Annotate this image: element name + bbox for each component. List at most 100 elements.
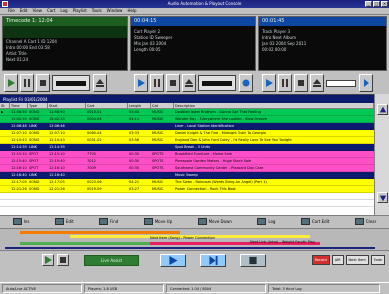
column-header[interactable]: Time [10, 103, 28, 108]
table-row[interactable]: 12:21:26 SONG 12:21:26 0019-09 03:27 MUSIC Pow… [0, 186, 374, 193]
column-header[interactable]: Description [174, 103, 374, 108]
menu-window[interactable]: Window [107, 8, 123, 14]
cart-slot-icon[interactable] [52, 75, 90, 91]
play-icon [138, 79, 145, 87]
cart-slot-icon[interactable] [198, 75, 236, 91]
play-button[interactable] [4, 74, 18, 92]
pause-icon [154, 79, 160, 87]
move-up-button[interactable]: Move Up [143, 218, 172, 225]
insert-button[interactable]: Ins [12, 218, 30, 225]
table-cell: 7705 [87, 152, 96, 156]
move-down-label: Move Down [208, 219, 232, 224]
eject-button[interactable] [182, 74, 196, 92]
pause-button[interactable] [278, 74, 292, 92]
move-up-icon [143, 218, 153, 225]
next-item-button[interactable]: Next Item [345, 255, 369, 265]
stop-button[interactable] [294, 74, 308, 92]
column-header[interactable]: St [0, 103, 10, 108]
insert-icon [12, 218, 22, 225]
table-row[interactable]: 12:16:40 LINK 12:16:40 Music Sweep [0, 172, 374, 179]
table-cell: SPOTS [152, 159, 164, 163]
move-down-button[interactable]: Move Down [197, 218, 232, 225]
minimize-button[interactable]: _ [365, 1, 372, 7]
table-cell: SPOT [29, 166, 39, 170]
edit-button[interactable]: Edit [54, 218, 74, 225]
timeline-strip[interactable]: Next Item (Song) - Power Connection Next… [0, 228, 389, 250]
table-row[interactable]: 12:02:35 SONG 12:02:35 0004-04 04:11 MUSIC Won… [0, 116, 374, 123]
player-3-line: Intro Next Album [262, 35, 296, 40]
column-header[interactable]: Type [28, 103, 48, 108]
cart-edit-button[interactable]: Cart Edit [300, 218, 329, 225]
menu-file[interactable]: File [8, 8, 15, 14]
playlist-grid[interactable]: Playlist Fri 03/01/2004 St Time Type Sta… [0, 94, 374, 215]
table-row[interactable]: 12:14:39 LINK 12:14:39 Spot Break - 3 Units [0, 144, 374, 151]
menu-edit[interactable]: Edit [20, 8, 28, 14]
find-button[interactable]: Find [99, 218, 118, 225]
scroll-down-button[interactable] [377, 192, 388, 203]
table-cell: SPOTS [152, 152, 164, 156]
main-stop-button[interactable] [240, 254, 266, 267]
table-row[interactable] [0, 193, 374, 200]
eject-button[interactable] [93, 74, 107, 92]
table-cell: SONG [29, 110, 40, 114]
table-cell [0, 137, 10, 143]
main-next-button[interactable] [200, 254, 226, 267]
main-play-button[interactable] [160, 254, 186, 267]
table-row[interactable]: 12:06:46 LINK 12:06:46 Liner - Local Statio… [0, 123, 374, 130]
aux-play-button[interactable] [42, 254, 54, 266]
menu-cart[interactable]: Cart [47, 8, 55, 14]
scroll-up-button[interactable] [377, 104, 388, 115]
cart-slot-field[interactable] [326, 79, 356, 87]
eject-icon [185, 79, 193, 87]
column-header[interactable]: Start [48, 103, 86, 108]
pause-button[interactable] [150, 74, 164, 92]
live-assist-button[interactable]: Live Assist [84, 255, 139, 266]
stop-button[interactable] [166, 74, 180, 92]
eject-button[interactable] [310, 74, 324, 92]
aux-stop-button[interactable] [57, 254, 69, 266]
table-row[interactable] [0, 200, 374, 207]
clear-button[interactable]: Clear [354, 218, 376, 225]
table-cell: 12:14:39 [11, 145, 27, 149]
status-total: Total: 3 Hour Log [268, 284, 380, 293]
player-panel-2[interactable]: 00:04:15 Cart Player 2 Station ID Sweepe… [130, 16, 256, 71]
table-row[interactable]: 12:16:10 SPOT 12:16:10 7009 00:30 SPOTS Southw… [0, 165, 374, 172]
fade-button[interactable]: Fade [370, 255, 385, 265]
air-button[interactable]: AIR [331, 255, 344, 265]
table-row[interactable]: 12:10:43 SONG 12:10:43 0031-02 03:56 MUSIC Eng… [0, 137, 374, 144]
pause-button[interactable] [20, 74, 34, 92]
table-cell: 12:10:43 [49, 138, 65, 142]
close-button[interactable]: × [381, 1, 388, 7]
table-row[interactable]: 12:15:10 SPOT 12:15:10 7705 00:30 SPOTS Brookf… [0, 151, 374, 158]
timeline-next-item: Next Item (Song) - Power Connection [150, 236, 215, 240]
table-row[interactable]: 12:15:40 SPOT 12:15:40 7012 00:30 SPOTS Pineap… [0, 158, 374, 165]
table-cell [10, 200, 28, 206]
player-1-line: Next 01:24 [6, 57, 29, 62]
table-cell: 12:16:10 [11, 166, 27, 170]
column-header[interactable]: Cat [151, 103, 174, 108]
menu-playlist[interactable]: Playlist [73, 8, 87, 14]
table-row[interactable]: ▶ 11:58:50 SONG 11:58:50 0015-01 03:45 MUSIC Do… [0, 109, 374, 116]
column-header[interactable]: Cart [86, 103, 128, 108]
menu-help[interactable]: Help [127, 8, 136, 14]
play-button[interactable] [134, 74, 148, 92]
play-button[interactable] [262, 74, 276, 92]
table-row[interactable]: 12:17:05 SONG 12:17:05 0023-06 04:21 MUSIC The… [0, 179, 374, 186]
menu-view[interactable]: View [32, 8, 42, 14]
loop-button[interactable] [359, 74, 373, 92]
log-button[interactable]: Log [257, 218, 275, 225]
player-panel-1[interactable]: Timecode 1: 12:04 Channel A Cart 1 ID 12… [2, 16, 128, 71]
menu-log[interactable]: Log [60, 8, 67, 14]
table-row[interactable]: 12:07:10 SONG 12:07:10 0080-04 03:33 MUSIC Dan… [0, 130, 374, 137]
maximize-button[interactable]: □ [373, 1, 380, 7]
table-cell: 0015-01 [87, 110, 102, 114]
insert-label: Ins [23, 219, 30, 224]
record-button[interactable]: Record [311, 255, 330, 265]
playlist-scrollbar[interactable] [374, 94, 389, 215]
menu-tools[interactable]: Tools [92, 8, 102, 14]
cue-button[interactable] [239, 74, 253, 92]
table-cell [0, 200, 10, 206]
player-panel-3[interactable]: 00:01:45 Track Player 3 Intro Next Album… [258, 16, 387, 71]
column-header[interactable]: Length [128, 103, 151, 108]
stop-button[interactable] [36, 74, 50, 92]
